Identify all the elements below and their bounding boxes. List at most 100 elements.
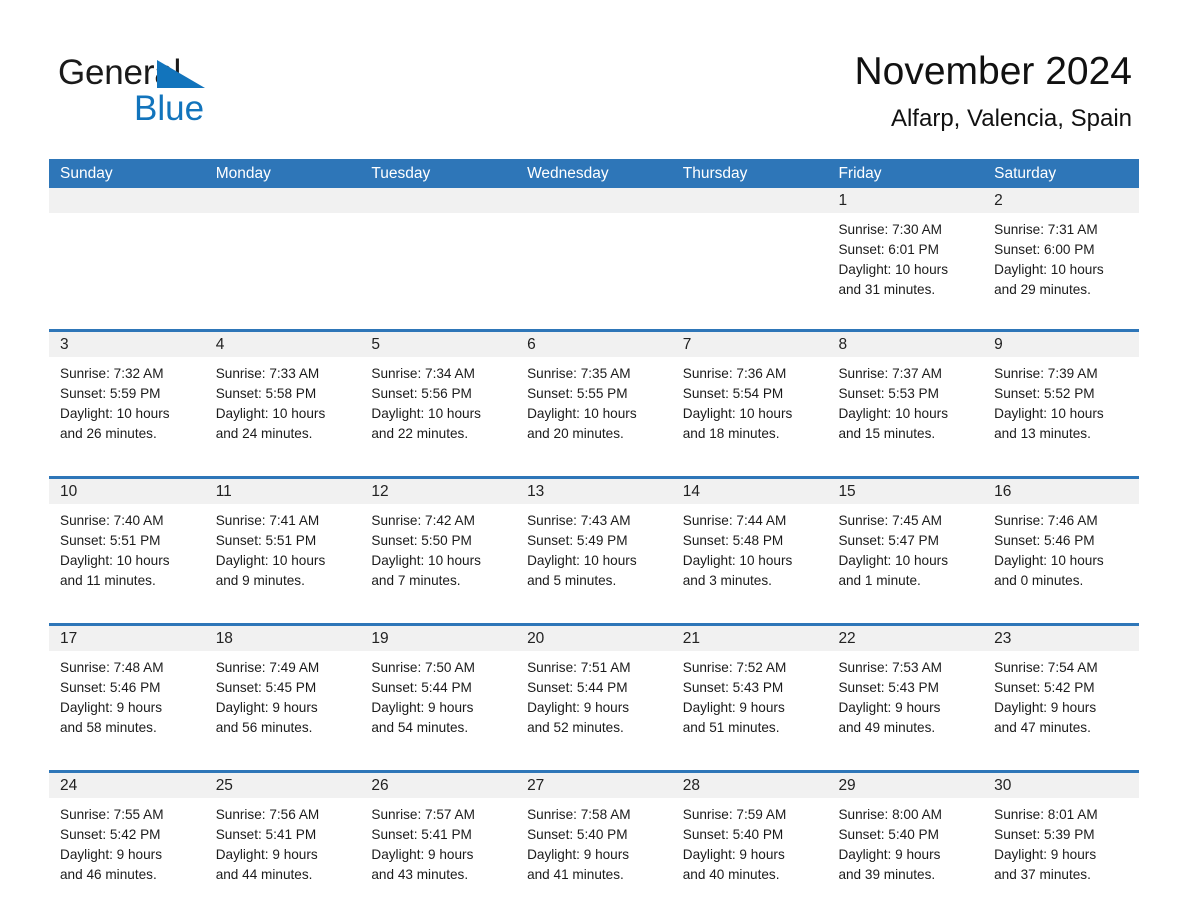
day-cell-7[interactable]: 7 Sunrise: 7:36 AM Sunset: 5:54 PM Daylight… [671,332,828,468]
day-detail-line: and 9 minutes. [215,573,305,588]
day-detail-line: Sunset: 5:54 PM [682,386,784,401]
day-detail-line: and 41 minutes. [527,867,624,882]
day-details: Sunrise: 7:33 AM Sunset: 5:58 PM Daylight:… [205,357,361,468]
day-cell-20[interactable]: 20 Sunrise: 7:51 AM Sunset: 5:44 PM Dayligh… [516,626,672,762]
day-detail-line: Sunrise: 7:43 AM [527,513,631,528]
day-number: 16 [983,479,1139,504]
day-detail-line: Daylight: 9 hours [527,700,630,715]
day-detail-line: and 11 minutes. [60,573,156,588]
day-detail-line: Sunrise: 8:00 AM [838,807,942,822]
day-details: Sunrise: 7:43 AM Sunset: 5:49 PM Daylight:… [516,504,672,615]
day-detail-line: Sunset: 5:55 PM [527,386,628,401]
day-detail-line: Daylight: 10 hours [838,262,949,277]
day-detail-line: Daylight: 10 hours [527,406,637,421]
day-detail-line: Daylight: 9 hours [60,847,163,862]
day-detail-line: and 40 minutes. [682,867,780,882]
day-detail-line: Daylight: 9 hours [838,847,941,862]
day-detail-line: and 37 minutes. [994,867,1091,882]
day-details: Sunrise: 7:44 AM Sunset: 5:48 PM Daylight:… [672,504,828,615]
day-detail-line: and 13 minutes. [994,426,1091,441]
day-number: 10 [49,479,205,504]
day-detail-line: Sunrise: 7:55 AM [60,807,164,822]
day-cell-21[interactable]: 21 Sunrise: 7:52 AM Sunset: 5:43 PM Dayligh… [671,626,828,762]
day-number: 22 [827,626,984,651]
day-details: Sunrise: 7:54 AM Sunset: 5:42 PM Daylight:… [983,651,1139,762]
day-cell-30[interactable]: 30 Sunrise: 8:01 AM Sunset: 5:39 PM Dayligh… [983,773,1139,909]
day-number: 3 [49,332,205,357]
day-cell-9[interactable]: 9 Sunrise: 7:39 AM Sunset: 5:52 PM Daylight… [983,332,1139,468]
day-details: Sunrise: 8:01 AM Sunset: 5:39 PM Daylight:… [983,798,1139,909]
weekday-header-saturday: Saturday [994,165,1057,182]
day-detail-line: Sunrise: 7:35 AM [527,366,631,381]
day-detail-line: Sunset: 5:53 PM [838,386,939,401]
day-detail-line: Sunset: 5:50 PM [371,533,472,548]
day-detail-line: Sunrise: 7:33 AM [215,366,320,381]
day-details: Sunrise: 7:49 AM Sunset: 5:45 PM Daylight:… [205,651,361,762]
day-detail-line: and 49 minutes. [838,720,936,735]
day-detail-line: Daylight: 10 hours [838,406,949,421]
day-cell-28[interactable]: 28 Sunrise: 7:59 AM Sunset: 5:40 PM Dayligh… [671,773,828,909]
day-cell-8[interactable]: 8 Sunrise: 7:37 AM Sunset: 5:53 PM Daylight… [827,332,984,468]
day-cell-empty [671,188,828,321]
day-cell-22[interactable]: 22 Sunrise: 7:53 AM Sunset: 5:43 PM Dayligh… [827,626,984,762]
day-detail-line: Sunset: 5:43 PM [682,680,784,695]
day-cell-29[interactable]: 29 Sunrise: 8:00 AM Sunset: 5:40 PM Dayligh… [827,773,984,909]
day-detail-line: Daylight: 10 hours [682,553,793,568]
day-detail-line: Sunrise: 7:31 AM [994,222,1098,237]
day-detail-line: Sunrise: 7:53 AM [838,660,942,675]
day-details: Sunrise: 7:39 AM Sunset: 5:52 PM Daylight:… [983,357,1139,468]
day-number: 15 [827,479,984,504]
day-details: Sunrise: 7:40 AM Sunset: 5:51 PM Daylight:… [49,504,205,615]
day-number: 26 [360,773,517,798]
day-details: Sunrise: 7:57 AM Sunset: 5:41 PM Daylight:… [360,798,516,909]
day-cell-6[interactable]: 6 Sunrise: 7:35 AM Sunset: 5:55 PM Daylight… [516,332,672,468]
day-details: Sunrise: 7:58 AM Sunset: 5:40 PM Daylight:… [516,798,672,909]
day-cell-5[interactable]: 5 Sunrise: 7:34 AM Sunset: 5:56 PM Daylight… [360,332,517,468]
day-cell-11[interactable]: 11 Sunrise: 7:41 AM Sunset: 5:51 PM Dayligh… [204,479,361,615]
day-cell-4[interactable]: 4 Sunrise: 7:33 AM Sunset: 5:58 PM Daylight… [204,332,361,468]
day-cell-1[interactable]: 1 Sunrise: 7:30 AM Sunset: 6:01 PM Daylight… [827,188,984,321]
day-cell-25[interactable]: 25 Sunrise: 7:56 AM Sunset: 5:41 PM Dayligh… [204,773,361,909]
day-detail-line: Sunset: 6:00 PM [994,242,1095,257]
day-detail-line: Sunrise: 7:50 AM [371,660,475,675]
day-details: Sunrise: 7:34 AM Sunset: 5:56 PM Daylight:… [360,357,516,468]
day-cell-17[interactable]: 17 Sunrise: 7:48 AM Sunset: 5:46 PM Dayligh… [49,626,205,762]
day-detail-line: Sunrise: 7:44 AM [682,513,787,528]
day-cell-19[interactable]: 19 Sunrise: 7:50 AM Sunset: 5:44 PM Dayligh… [360,626,517,762]
day-number: 9 [983,332,1139,357]
day-detail-line: Sunrise: 7:41 AM [215,513,320,528]
day-detail-line: Daylight: 9 hours [682,700,785,715]
day-detail-line: Sunset: 5:51 PM [215,533,317,548]
day-cell-13[interactable]: 13 Sunrise: 7:43 AM Sunset: 5:49 PM Dayligh… [516,479,672,615]
day-detail-line: Daylight: 9 hours [215,700,318,715]
day-cell-3[interactable]: 3 Sunrise: 7:32 AM Sunset: 5:59 PM Daylight… [49,332,205,468]
weekday-header-tuesday: Tuesday [371,165,431,182]
day-detail-line: Daylight: 9 hours [527,847,630,862]
day-number: 28 [671,773,828,798]
day-detail-line: Sunset: 5:41 PM [215,827,317,842]
day-detail-line: and 20 minutes. [527,426,624,441]
day-cell-14[interactable]: 14 Sunrise: 7:44 AM Sunset: 5:48 PM Dayligh… [671,479,828,615]
day-details: Sunrise: 7:32 AM Sunset: 5:59 PM Daylight:… [49,357,205,468]
day-details [360,213,516,321]
day-detail-line: Sunset: 5:51 PM [60,533,161,548]
day-cell-15[interactable]: 15 Sunrise: 7:45 AM Sunset: 5:47 PM Dayligh… [827,479,984,615]
day-cell-23[interactable]: 23 Sunrise: 7:54 AM Sunset: 5:42 PM Dayligh… [983,626,1139,762]
day-detail-line: Daylight: 10 hours [215,553,326,568]
day-cell-empty [360,188,517,321]
day-detail-line: Sunrise: 7:39 AM [994,366,1098,381]
day-detail-line: and 7 minutes. [371,573,461,588]
day-details [205,213,361,321]
day-cell-18[interactable]: 18 Sunrise: 7:49 AM Sunset: 5:45 PM Dayligh… [204,626,361,762]
day-cell-empty [516,188,672,321]
day-cell-12[interactable]: 12 Sunrise: 7:42 AM Sunset: 5:50 PM Dayligh… [360,479,517,615]
day-number: 5 [360,332,517,357]
general-blue-logo[interactable]: General Blue [58,52,318,132]
day-cell-27[interactable]: 27 Sunrise: 7:58 AM Sunset: 5:40 PM Dayligh… [516,773,672,909]
day-cell-16[interactable]: 16 Sunrise: 7:46 AM Sunset: 5:46 PM Dayligh… [983,479,1139,615]
day-detail-line: Daylight: 9 hours [215,847,318,862]
day-cell-2[interactable]: 2 Sunrise: 7:31 AM Sunset: 6:00 PM Daylight… [983,188,1139,321]
day-cell-26[interactable]: 26 Sunrise: 7:57 AM Sunset: 5:41 PM Dayligh… [360,773,517,909]
day-cell-24[interactable]: 24 Sunrise: 7:55 AM Sunset: 5:42 PM Dayligh… [49,773,205,909]
day-cell-10[interactable]: 10 Sunrise: 7:40 AM Sunset: 5:51 PM Dayligh… [49,479,205,615]
